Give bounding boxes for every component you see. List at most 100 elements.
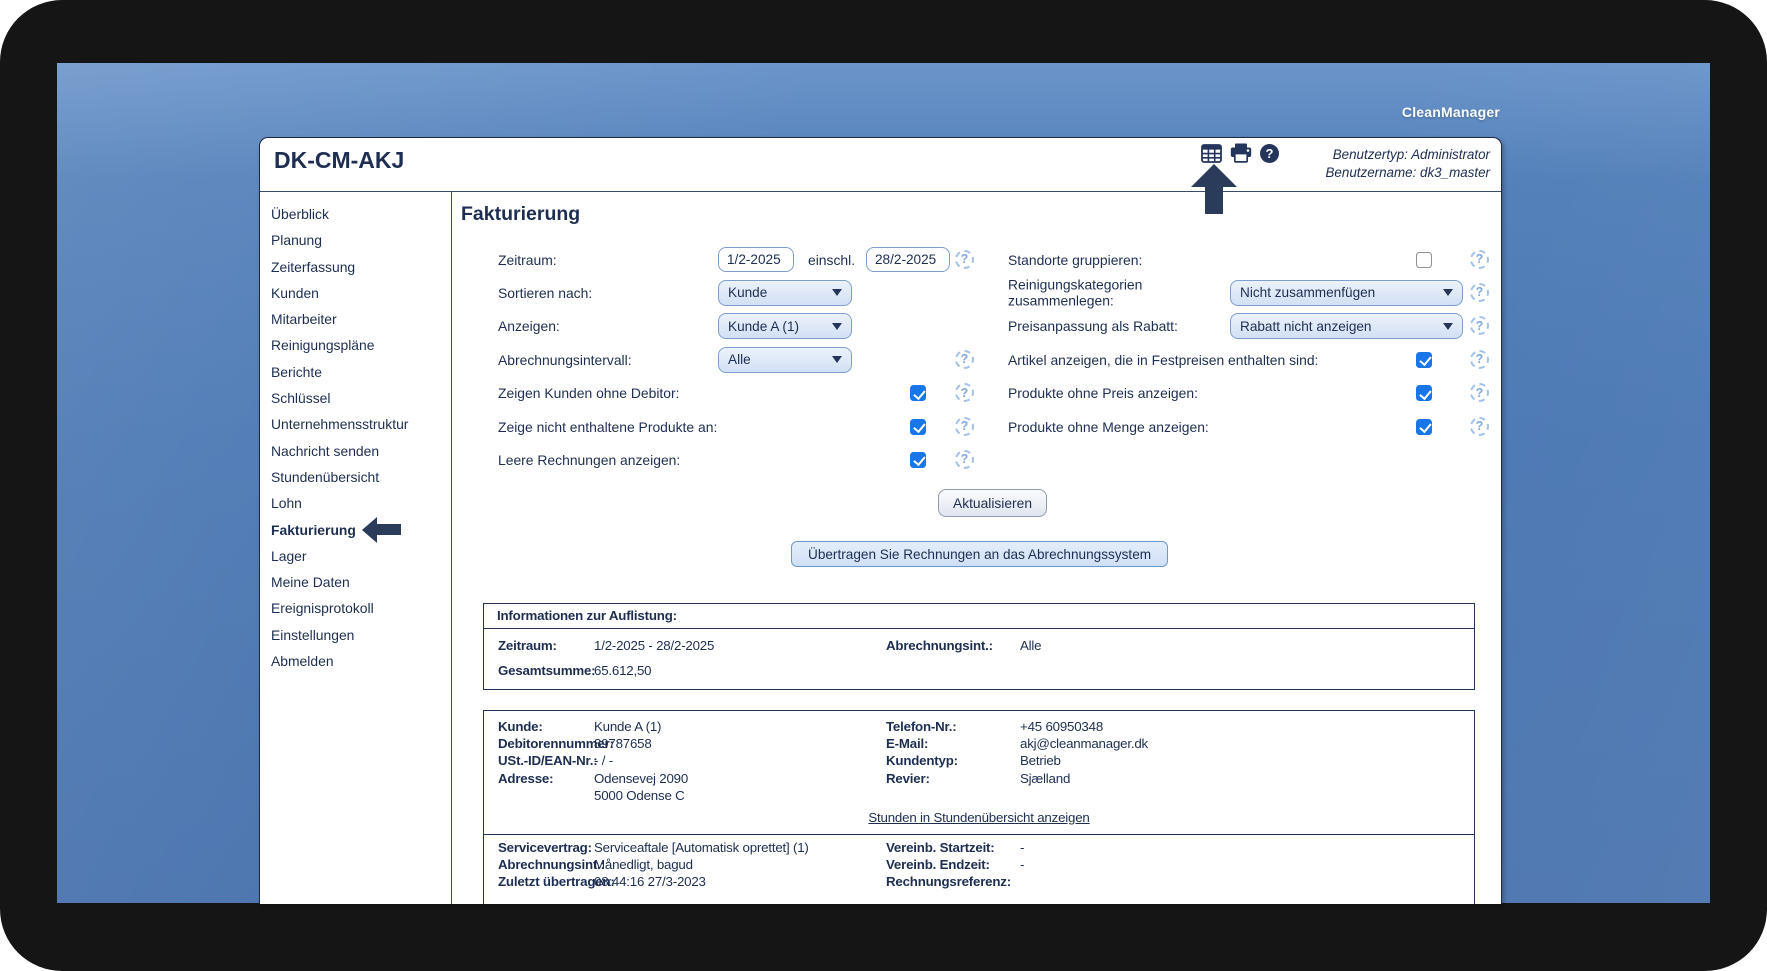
form-checkbox[interactable] xyxy=(1416,252,1432,268)
section-heading: Fakturierung xyxy=(461,203,580,226)
sidebar-item-label: Zeiterfassung xyxy=(271,254,355,280)
sidebar-item-lohn[interactable]: Lohn xyxy=(260,490,451,516)
table-cell: 5000 Odense C xyxy=(594,787,685,804)
table-cell: Adresse: xyxy=(498,770,553,787)
form-label: Standorte gruppieren: xyxy=(1008,247,1142,274)
sidebar-item-reinigungspläne[interactable]: Reinigungspläne xyxy=(260,332,451,358)
chevron-down-icon xyxy=(1443,323,1453,330)
listing-info-table: Informationen zur Auflistung: Zeitraum: 1… xyxy=(483,603,1475,690)
form-row-right: Standorte gruppieren:? xyxy=(452,247,1501,274)
table-cell: akj@cleanmanager.dk xyxy=(1020,735,1148,752)
table-cell: Kundentyp: xyxy=(886,752,958,769)
sidebar-item-label: Unternehmensstruktur xyxy=(271,411,408,437)
table-row: Servicevertrag:Serviceaftale [Automatisk… xyxy=(484,839,1474,856)
screenshot-root: CleanManager DK-CM-AKJ ? xyxy=(0,0,1767,971)
transfer-invoices-button[interactable]: Übertragen Sie Rechnungen an das Abrechn… xyxy=(791,541,1168,567)
form-checkbox[interactable] xyxy=(1416,385,1432,401)
table-cell: Zeitraum: xyxy=(498,633,557,658)
form-label: Preisanpassung als Rabatt: xyxy=(1008,313,1178,340)
help-icon[interactable]: ? xyxy=(1260,144,1279,163)
sidebar-item-berichte[interactable]: Berichte xyxy=(260,359,451,385)
sidebar-item-überblick[interactable]: Überblick xyxy=(260,201,451,227)
form-label: Produkte ohne Menge anzeigen: xyxy=(1008,414,1209,441)
customer-info-table: Kunde:Kunde A (1)Telefon-Nr.:+45 6095034… xyxy=(483,710,1475,904)
form-checkbox[interactable] xyxy=(910,452,926,468)
sidebar-item-unternehmensstruktur[interactable]: Unternehmensstruktur xyxy=(260,411,451,437)
select-value: Nicht zusammenfügen xyxy=(1240,285,1375,300)
sidebar-item-stundenübersicht[interactable]: Stundenübersicht xyxy=(260,464,451,490)
help-icon[interactable]: ? xyxy=(955,450,974,469)
sidebar-item-fakturierung[interactable]: Fakturierung xyxy=(260,517,451,543)
main-content: Fakturierung Aktualisieren Übertragen Si… xyxy=(451,192,1501,904)
table-row: Gesamtsumme:65.612,50 xyxy=(484,658,1474,683)
help-icon[interactable]: ? xyxy=(1470,417,1489,436)
table-grid-icon[interactable] xyxy=(1201,144,1222,163)
help-icon[interactable]: ? xyxy=(1470,283,1489,302)
table-cell: Gesamtsumme: xyxy=(498,658,595,683)
sidebar-item-label: Kunden xyxy=(271,280,319,306)
table-cell: 65.612,50 xyxy=(594,658,651,683)
sidebar-item-label: Stundenübersicht xyxy=(271,464,379,490)
sidebar-item-label: Überblick xyxy=(271,201,329,227)
sidebar-item-ereignisprotokoll[interactable]: Ereignisprotokoll xyxy=(260,595,451,621)
help-icon[interactable]: ? xyxy=(1470,350,1489,369)
help-icon[interactable]: ? xyxy=(1470,316,1489,335)
refresh-button[interactable]: Aktualisieren xyxy=(938,489,1047,517)
app-window: DK-CM-AKJ ? Be xyxy=(259,137,1502,904)
table-row: Zeitraum: 1/2-2025 - 28/2-2025 Abrechnungs… xyxy=(484,633,1474,658)
table-cell: 89787658 xyxy=(594,735,652,752)
form-checkbox[interactable] xyxy=(1416,352,1432,368)
form-label: Artikel anzeigen, die in Festpreisen ent… xyxy=(1008,347,1318,374)
form-select[interactable]: Rabatt nicht anzeigen xyxy=(1230,313,1463,339)
sidebar-item-label: Ereignisprotokoll xyxy=(271,595,374,621)
table-cell: Sjælland xyxy=(1020,770,1070,787)
sidebar-item-einstellungen[interactable]: Einstellungen xyxy=(260,622,451,648)
table-cell: Vereinb. Endzeit: xyxy=(886,856,990,873)
form-row-right: Reinigungskategorien zusammenlegen:Nicht… xyxy=(452,280,1501,307)
sidebar-item-meine-daten[interactable]: Meine Daten xyxy=(260,569,451,595)
sidebar-item-label: Planung xyxy=(271,227,322,253)
table-cell: Betrieb xyxy=(1020,752,1061,769)
table-cell: Månedligt, bagud xyxy=(594,856,693,873)
sidebar-item-label: Reinigungspläne xyxy=(271,332,375,358)
brand-logo: CleanManager xyxy=(1402,104,1500,120)
sidebar-item-label: Berichte xyxy=(271,359,322,385)
form-checkbox[interactable] xyxy=(1416,419,1432,435)
sidebar-item-zeiterfassung[interactable]: Zeiterfassung xyxy=(260,254,451,280)
hours-overview-link[interactable]: Stunden in Stundenübersicht anzeigen xyxy=(868,810,1089,825)
table-cell: Serviceaftale [Automatisk oprettet] (1) xyxy=(594,839,809,856)
print-icon[interactable] xyxy=(1230,143,1252,163)
table-cell: Servicevertrag: xyxy=(498,839,592,856)
form-row-right: Artikel anzeigen, die in Festpreisen ent… xyxy=(452,347,1501,374)
sidebar-item-label: Fakturierung xyxy=(271,517,356,543)
help-icon[interactable]: ? xyxy=(1470,383,1489,402)
table-cell: 1/2-2025 - 28/2-2025 xyxy=(594,633,714,658)
sidebar-item-schlüssel[interactable]: Schlüssel xyxy=(260,385,451,411)
table-cell: Kunde: xyxy=(498,718,543,735)
help-icon[interactable]: ? xyxy=(1470,250,1489,269)
sidebar-item-kunden[interactable]: Kunden xyxy=(260,280,451,306)
link-row: Stunden in Stundenübersicht anzeigen xyxy=(484,804,1474,835)
table-cell: Telefon-Nr.: xyxy=(886,718,957,735)
listing-info-title: Informationen zur Auflistung: xyxy=(484,604,1474,629)
sidebar-item-label: Mitarbeiter xyxy=(271,306,337,332)
sidebar-item-label: Lohn xyxy=(271,490,302,516)
sidebar-item-nachricht-senden[interactable]: Nachricht senden xyxy=(260,438,451,464)
table-row: Zuletzt übertragen:08:44:16 27/3-2023Rec… xyxy=(484,873,1474,890)
annotation-arrow-up xyxy=(1191,164,1237,214)
sidebar-item-label: Einstellungen xyxy=(271,622,354,648)
sidebar-item-label: Lager xyxy=(271,543,307,569)
toolbar: ? xyxy=(1201,141,1279,165)
form-row-right: Produkte ohne Preis anzeigen:? xyxy=(452,380,1501,407)
sidebar-item-lager[interactable]: Lager xyxy=(260,543,451,569)
sidebar-item-mitarbeiter[interactable]: Mitarbeiter xyxy=(260,306,451,332)
table-cell: Kunde A (1) xyxy=(594,718,661,735)
form-select[interactable]: Nicht zusammenfügen xyxy=(1230,280,1463,306)
table-cell: - xyxy=(1020,856,1024,873)
sidebar-item-abmelden[interactable]: Abmelden xyxy=(260,648,451,674)
table-cell: Abrechnungsint.: xyxy=(886,633,993,658)
sidebar-item-label: Abmelden xyxy=(271,648,334,674)
user-type-text: Benutzertyp: Administrator xyxy=(1326,146,1491,164)
table-cell: - xyxy=(1020,839,1024,856)
sidebar-item-planung[interactable]: Planung xyxy=(260,227,451,253)
